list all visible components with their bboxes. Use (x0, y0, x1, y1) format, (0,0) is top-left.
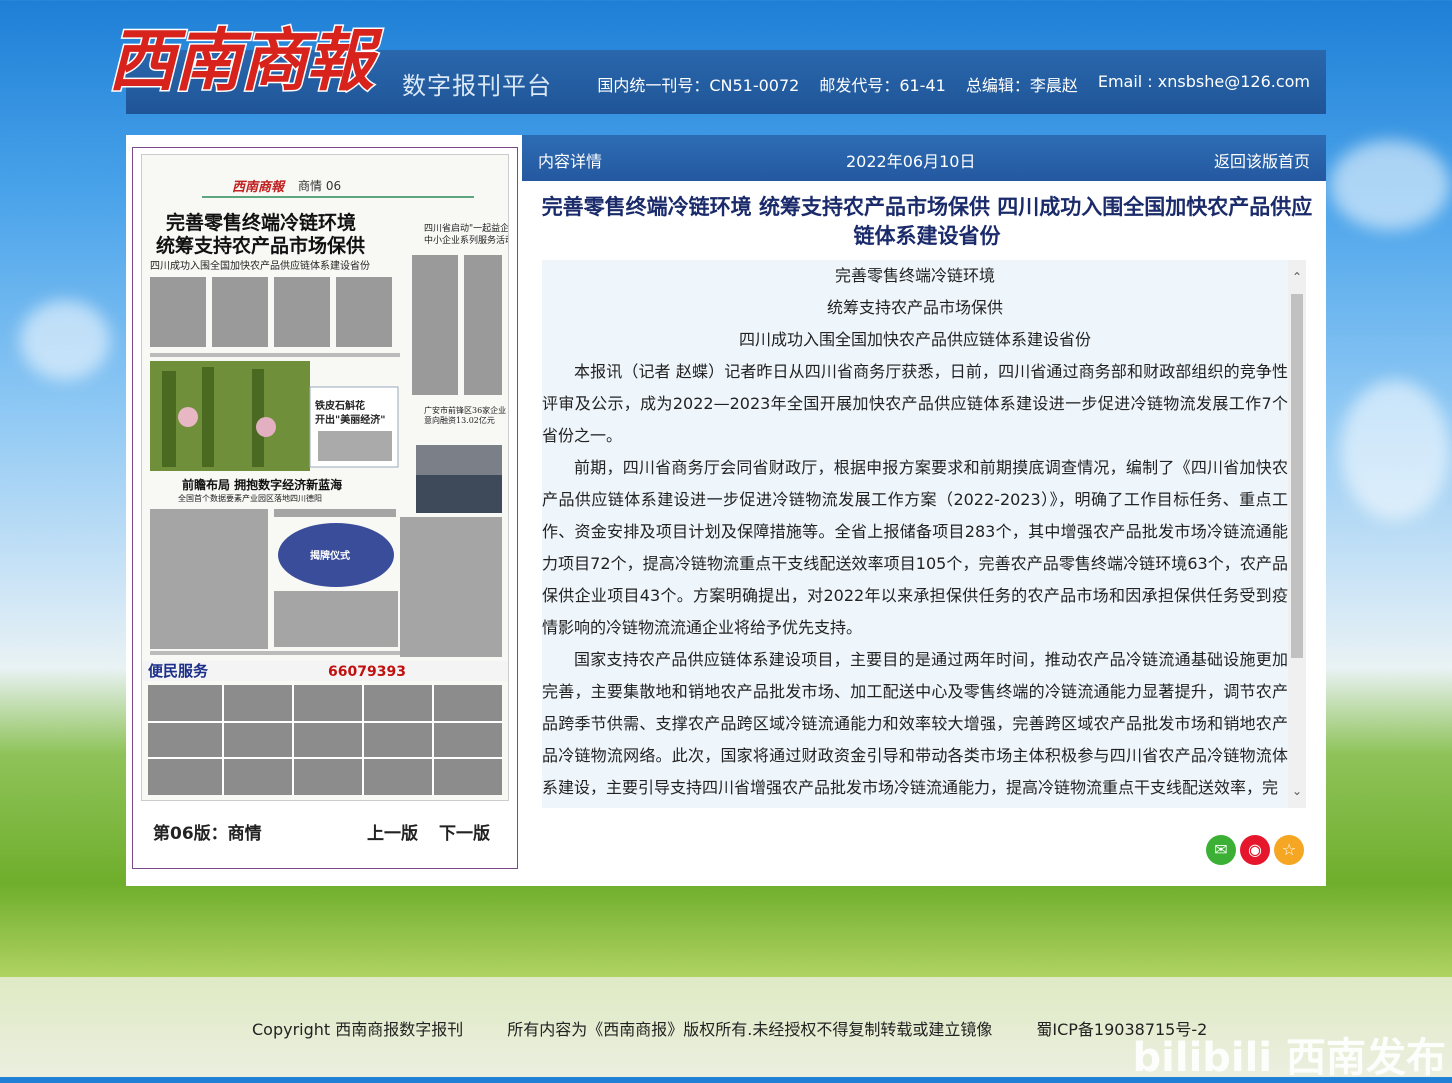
scroll-up-arrow-icon[interactable]: ⌃ (1291, 268, 1303, 286)
main-panel: 西南商報 商情 06 完善零售终端冷链环境 统筹支持农产品市场保供 四川成功入围… (126, 135, 1326, 886)
content-detail-label: 内容详情 (538, 152, 603, 171)
publish-date: 2022年06月10日 (846, 152, 976, 171)
paper-ceremony-text: 揭牌仪式 (310, 549, 350, 562)
article-headline: 完善零售终端冷链环境 统筹支持农产品市场保供 四川成功入围全国加快农产品供应链体… (541, 195, 1313, 248)
back-to-edition-link[interactable]: 返回该版首页 (1214, 148, 1310, 172)
paper-side-headline1: 四川省启动"一起益企" (424, 222, 508, 234)
share-buttons: ✉ ◉ ☆ (1206, 835, 1304, 865)
article-paragraph: 本报讯（记者 赵蝶）记者昨日从四川省商务厅获悉，日前，四川省通过商务部和财政部组… (542, 362, 1288, 445)
paper-navigation: 第06版：商情 上一版 下一版 (133, 813, 517, 853)
prev-edition-link[interactable]: 上一版 (367, 819, 418, 844)
svg-text:西南商報: 西南商報 (108, 21, 383, 101)
paper-headline1: 完善零售终端冷链环境 (166, 211, 356, 234)
cloud-decoration (1340, 380, 1450, 520)
cloud-decoration (1330, 140, 1450, 230)
chief-editor: 总编辑：李晨赵 (965, 76, 1078, 95)
paper-photo-caption1: 铁皮石斛花 (315, 399, 365, 412)
article-scrollbar[interactable]: ⌃ ⌄ (1288, 260, 1306, 808)
article-subtitle: 四川成功入围全国加快农产品供应链体系建设省份 (738, 330, 1091, 349)
favorite-star-icon[interactable]: ☆ (1274, 835, 1304, 865)
article-subtitle: 统筹支持农产品市场保供 (826, 298, 1003, 317)
paper-ad-title: 便民服务 (148, 662, 209, 680)
wechat-share-icon[interactable]: ✉ (1206, 835, 1236, 865)
paper-side-headline2: 中小企业系列服务活动 (424, 234, 508, 246)
platform-name: 数字报刊平台 (402, 72, 552, 100)
footer-text: Copyright 西南商报数字报刊 所有内容为《西南商报》版权所有.未经授权不… (252, 1016, 1207, 1040)
paper-side-headline4: 意向融资13.02亿元 (424, 415, 495, 425)
postal-code: 邮发代号：61-41 (819, 76, 946, 95)
newspaper-page-drawing: 西南商報 商情 06 完善零售终端冷链环境 统筹支持农产品市场保供 四川成功入围… (142, 155, 508, 800)
scroll-thumb[interactable] (1291, 294, 1303, 658)
paper-classified-ads (148, 685, 502, 795)
footer-rights: 所有内容为《西南商报》版权所有.未经授权不得复制转载或建立镜像 (507, 1020, 993, 1039)
newspaper-logo[interactable]: 西南商報 (104, 10, 387, 103)
paper-section: 商情 06 (298, 178, 341, 193)
cn-number: 国内统一刊号：CN51-0072 (597, 76, 800, 95)
paper-photo-caption2: 开出"美丽经济" (315, 413, 385, 426)
paper-story2-head: 前瞻布局 拥抱数字经济新蓝海 (182, 477, 342, 492)
footer-copyright: Copyright 西南商报数字报刊 (252, 1020, 464, 1039)
paper-masthead: 西南商報 (232, 179, 286, 195)
newspaper-page-image[interactable]: 西南商報 商情 06 完善零售终端冷链环境 统筹支持农产品市场保供 四川成功入围… (141, 154, 509, 801)
paper-story2-sub: 全国首个数据要素产业园区落地四川德阳 (178, 493, 322, 503)
article-subtitle: 完善零售终端冷链环境 (834, 266, 995, 285)
paper-thumbnail-frame: 西南商報 商情 06 完善零售终端冷链环境 统筹支持农产品市场保供 四川成功入围… (132, 147, 518, 869)
article-text: 完善零售终端冷链环境 统筹支持农产品市场保供 四川成功入围全国加快农产品供应链体… (542, 260, 1288, 804)
article-paragraph: 前期，四川省商务厅会同省财政厅，根据申报方案要求和前期摸底调查情况，编制了《四川… (542, 458, 1288, 637)
weibo-share-icon[interactable]: ◉ (1240, 835, 1270, 865)
paper-subhead: 四川成功入围全国加快农产品供应链体系建设省份 (150, 259, 370, 272)
next-edition-link[interactable]: 下一版 (439, 819, 490, 844)
paper-ad-phone: 66079393 (328, 664, 406, 680)
cloud-decoration (20, 300, 110, 380)
paper-side-headline3: 广安市前锋区36家企业 (424, 405, 506, 415)
scroll-down-arrow-icon[interactable]: ⌄ (1291, 782, 1303, 800)
footer: Copyright 西南商报数字报刊 所有内容为《西南商报》版权所有.未经授权不… (0, 977, 1452, 1081)
content-header-bar: 内容详情 2022年06月10日 返回该版首页 (522, 135, 1326, 181)
paper-headline2: 统筹支持农产品市场保供 (156, 234, 365, 257)
header-info: 国内统一刊号：CN51-0072 邮发代号：61-41 总编辑：李晨赵 Emai… (597, 72, 1310, 96)
article-body[interactable]: 完善零售终端冷链环境 统筹支持农产品市场保供 四川成功入围全国加快农产品供应链体… (542, 260, 1306, 808)
article-paragraph: 国家支持农产品供应链体系建设项目，主要目的是通过两年时间，推动农产品冷链流通基础… (542, 650, 1288, 797)
edition-label: 第06版：商情 (153, 824, 262, 844)
email-contact[interactable]: Email : xnsbshe@126.com (1098, 72, 1310, 96)
watermark: bilibili 西南发布 (1132, 1035, 1446, 1081)
